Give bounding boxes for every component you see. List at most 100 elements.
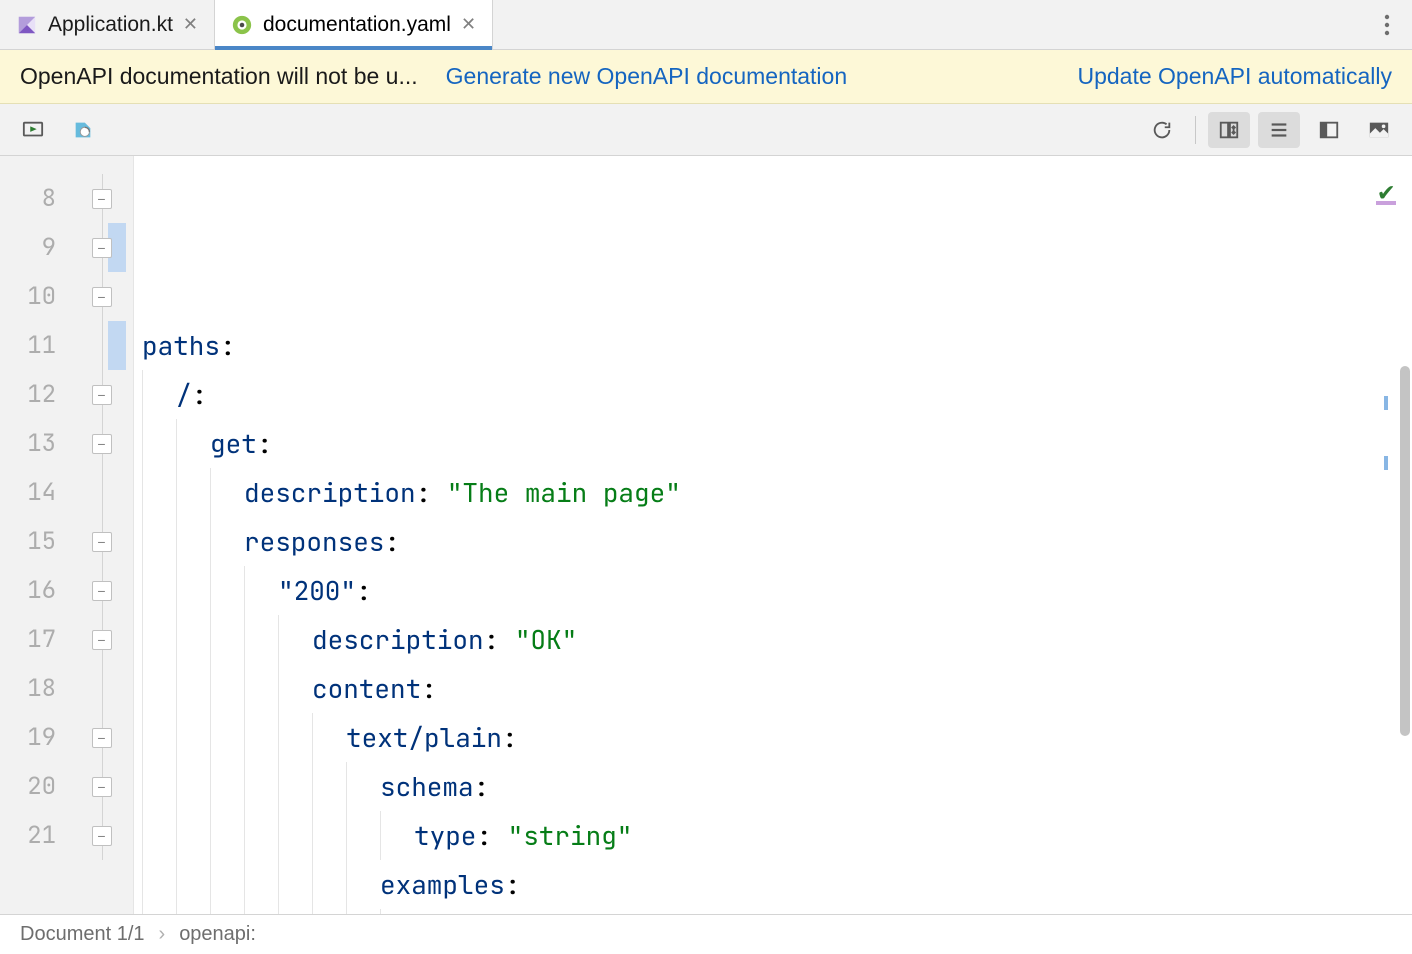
close-icon[interactable]: ✕: [183, 14, 198, 35]
code-line[interactable]: type: "string": [142, 811, 1398, 860]
code-line[interactable]: content:: [142, 664, 1398, 713]
indent-guide: [278, 909, 312, 914]
indent-guide: [142, 517, 176, 566]
code-line[interactable]: Example#1:: [142, 909, 1398, 914]
indent-guide: [278, 615, 312, 664]
indent-guide: [210, 909, 244, 914]
code-line[interactable]: description: "The main page": [142, 468, 1398, 517]
fold-toggle[interactable]: −: [92, 238, 112, 258]
scrollbar-thumb[interactable]: [1400, 366, 1410, 736]
fold-row: −: [70, 370, 133, 419]
fold-toggle[interactable]: −: [92, 728, 112, 748]
generate-openapi-link[interactable]: Generate new OpenAPI documentation: [446, 63, 847, 90]
indent-guide: [210, 566, 244, 615]
yaml-punct: :: [421, 664, 437, 713]
fold-toggle[interactable]: −: [92, 777, 112, 797]
yaml-key: type: [414, 811, 476, 860]
breadcrumb-doc[interactable]: Document 1/1: [20, 923, 145, 946]
tab-application-kt[interactable]: Application.kt ✕: [0, 0, 215, 49]
indent-guide: [346, 909, 380, 914]
fold-row: −: [70, 566, 133, 615]
line-number: 16: [0, 566, 70, 615]
fold-toggle[interactable]: −: [92, 434, 112, 454]
kotlin-file-icon: [16, 14, 38, 36]
yaml-punct: :: [416, 468, 447, 517]
fold-toggle[interactable]: −: [92, 581, 112, 601]
toolbar-divider: [1195, 116, 1196, 144]
yaml-punct: :: [356, 566, 372, 615]
indent-guide: [210, 860, 244, 909]
code-line[interactable]: get:: [142, 419, 1398, 468]
fold-row: [70, 664, 133, 713]
line-number: 12: [0, 370, 70, 419]
preview-only-button[interactable]: [1308, 112, 1350, 148]
openapi-file-icon: [231, 14, 253, 36]
yaml-key: examples: [380, 860, 505, 909]
fold-toggle[interactable]: −: [92, 826, 112, 846]
tab-documentation-yaml[interactable]: documentation.yaml ✕: [215, 0, 493, 49]
indent-guide: [142, 664, 176, 713]
code-line[interactable]: examples:: [142, 860, 1398, 909]
indent-guide: [278, 860, 312, 909]
code-line[interactable]: responses:: [142, 517, 1398, 566]
indent-guide: [210, 615, 244, 664]
image-view-button[interactable]: [1358, 112, 1400, 148]
chevron-right-icon: ›: [159, 923, 166, 946]
indent-guide: [244, 566, 278, 615]
code-line[interactable]: description: "OK": [142, 615, 1398, 664]
indent-guide: [312, 762, 346, 811]
yaml-string: "string": [508, 811, 633, 860]
vertical-scrollbar[interactable]: [1398, 156, 1412, 914]
indent-guide: [244, 615, 278, 664]
indent-guide: [176, 615, 210, 664]
yaml-key: schema: [380, 762, 474, 811]
indent-guide: [176, 713, 210, 762]
indent-guide: [278, 762, 312, 811]
tab-overflow-menu[interactable]: [1362, 0, 1412, 49]
fold-toggle[interactable]: −: [92, 532, 112, 552]
refresh-button[interactable]: [1141, 112, 1183, 148]
indent-guide: [176, 419, 210, 468]
indent-guide: [142, 419, 176, 468]
fold-row: −: [70, 811, 133, 860]
line-number: 8: [0, 174, 70, 223]
change-marker: [108, 321, 126, 370]
yaml-key: get: [210, 419, 257, 468]
code-line[interactable]: text/plain:: [142, 713, 1398, 762]
fold-toggle[interactable]: −: [92, 287, 112, 307]
line-number-gutter: 89101112131415161718192021: [0, 156, 70, 914]
line-number: 19: [0, 713, 70, 762]
yaml-punct: :: [192, 370, 208, 419]
editor-and-preview-button[interactable]: [1258, 112, 1300, 148]
fold-column: − − − − − − − − − − −: [70, 156, 134, 914]
fold-row: −: [70, 174, 133, 223]
yaml-punct: :: [505, 860, 521, 909]
line-number: 11: [0, 321, 70, 370]
fold-toggle[interactable]: −: [92, 630, 112, 650]
editor[interactable]: 89101112131415161718192021 −−−−−−−−−−− ✔…: [0, 156, 1412, 914]
line-number: 14: [0, 468, 70, 517]
code-line[interactable]: /:: [142, 370, 1398, 419]
fold-toggle[interactable]: −: [92, 189, 112, 209]
indent-guide: [278, 713, 312, 762]
indent-guide: [142, 370, 176, 419]
fold-toggle[interactable]: −: [92, 385, 112, 405]
editor-toolbar: [0, 104, 1412, 156]
notification-message: OpenAPI documentation will not be u...: [20, 63, 418, 90]
code-area[interactable]: ✔ paths:/:get:description: "The main pag…: [134, 156, 1398, 914]
indent-guide: [142, 762, 176, 811]
code-line[interactable]: "200":: [142, 566, 1398, 615]
code-line[interactable]: schema:: [142, 762, 1398, 811]
yaml-key: Example#1: [414, 909, 554, 914]
update-openapi-link[interactable]: Update OpenAPI automatically: [1077, 63, 1392, 90]
line-number: 9: [0, 223, 70, 272]
run-preview-button[interactable]: [12, 112, 54, 148]
notification-bar: OpenAPI documentation will not be u... G…: [0, 50, 1412, 104]
editor-only-view-button[interactable]: [1208, 112, 1250, 148]
yaml-punct: :: [257, 419, 273, 468]
swagger-preview-button[interactable]: [62, 112, 104, 148]
indent-guide: [210, 713, 244, 762]
code-line[interactable]: paths:: [142, 321, 1398, 370]
breadcrumb-path[interactable]: openapi:: [179, 923, 256, 946]
close-icon[interactable]: ✕: [461, 14, 476, 35]
